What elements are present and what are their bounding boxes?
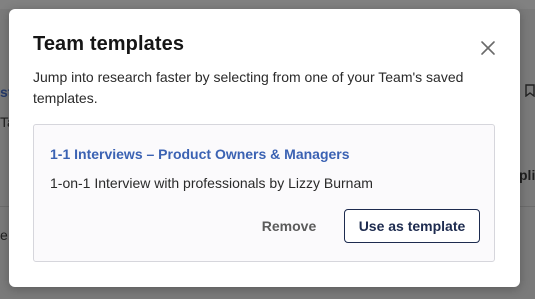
background-text-fragment: pli	[519, 167, 535, 183]
template-description: 1-on-1 Interview with professionals by L…	[50, 175, 373, 191]
background-header-strip	[0, 0, 535, 9]
use-as-template-button[interactable]: Use as template	[344, 209, 480, 243]
team-templates-modal: Team templates Jump into research faster…	[9, 9, 520, 287]
remove-button[interactable]: Remove	[248, 209, 330, 243]
modal-description: Jump into research faster by selecting f…	[33, 69, 464, 106]
template-name-link[interactable]: 1-1 Interviews – Product Owners & Manage…	[50, 146, 350, 162]
template-card: 1-1 Interviews – Product Owners & Manage…	[33, 124, 495, 262]
modal-title: Team templates	[33, 33, 185, 55]
close-button[interactable]	[477, 37, 499, 59]
close-icon	[481, 41, 495, 55]
bookmark-icon	[525, 84, 535, 97]
background-text-fragment: e	[0, 227, 8, 243]
